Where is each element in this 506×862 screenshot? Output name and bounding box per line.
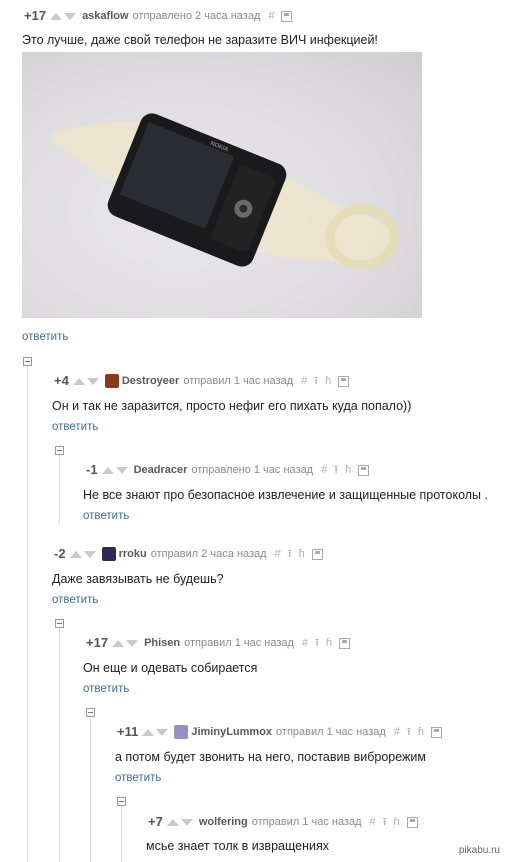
save-icon[interactable] bbox=[406, 816, 418, 828]
upvote-icon[interactable] bbox=[72, 377, 85, 385]
save-icon[interactable] bbox=[281, 10, 293, 22]
upvote-icon[interactable] bbox=[142, 728, 155, 736]
upvote-thread-icon[interactable]: ⭱ bbox=[334, 463, 338, 477]
upvote-thread-icon[interactable]: ⭱ bbox=[314, 374, 318, 388]
comment-time: отправлено 1 час назад bbox=[191, 464, 314, 476]
post-time: отправлено 2 часа назад bbox=[132, 10, 261, 22]
avatar[interactable] bbox=[174, 725, 189, 739]
comment-author[interactable]: wolfering bbox=[199, 815, 248, 829]
phone-in-condom-image: NOKIA bbox=[52, 113, 399, 270]
upvote-thread-icon[interactable]: ⭱ bbox=[288, 547, 292, 561]
comment-text: Он и так не заразится, просто нефиг его … bbox=[52, 399, 412, 413]
comment-author[interactable]: Phisen bbox=[144, 636, 180, 650]
post-author[interactable]: askaflow bbox=[82, 9, 128, 23]
thread-line bbox=[90, 717, 91, 862]
thread-line bbox=[27, 366, 28, 862]
parent-link-icon[interactable]: ɦ bbox=[345, 463, 351, 477]
comment-header: -2 rroku отправил 2 часа назад # ⭱ ɦ bbox=[54, 547, 330, 561]
collapse-toggle[interactable] bbox=[55, 619, 64, 628]
post-text: Это лучше, даже свой телефон не заразите… bbox=[22, 33, 378, 47]
save-icon[interactable] bbox=[358, 464, 370, 476]
post-rating: +17 bbox=[24, 8, 47, 23]
comment-text: Не все знают про безопасное извлечение и… bbox=[83, 488, 488, 502]
save-icon[interactable] bbox=[311, 548, 323, 560]
downvote-icon[interactable] bbox=[83, 550, 96, 558]
post-reply-link[interactable]: ответить bbox=[22, 331, 68, 343]
upvote-icon[interactable] bbox=[101, 466, 114, 474]
downvote-icon[interactable] bbox=[86, 377, 99, 385]
comment-time: отправил 1 час назад bbox=[251, 816, 362, 828]
comment-header: +11 JiminyLummox отправил 1 час назад # … bbox=[117, 725, 449, 739]
parent-link-icon[interactable]: ɦ bbox=[326, 636, 332, 650]
thread-line bbox=[59, 628, 60, 862]
comment-rating: -2 bbox=[54, 546, 66, 561]
hash-link-icon[interactable]: # bbox=[370, 815, 376, 829]
downvote-icon[interactable] bbox=[126, 639, 139, 647]
site-watermark: pikabu.ru bbox=[458, 845, 500, 856]
comment-header: -1 Deadracer отправлено 1 час назад # ⭱ … bbox=[86, 463, 376, 477]
comment-time: отправил 2 часа назад bbox=[150, 548, 267, 560]
save-icon[interactable] bbox=[338, 375, 350, 387]
upvote-thread-icon[interactable]: ⭱ bbox=[383, 815, 387, 829]
comment-text: Даже завязывать не будешь? bbox=[52, 572, 224, 586]
comment-text: Он еще и одевать собирается bbox=[83, 661, 258, 675]
comment-text: мсье знает толк в извращениях bbox=[146, 839, 329, 853]
hash-link-icon[interactable]: # bbox=[394, 725, 400, 739]
comment-reply-link[interactable]: ответить bbox=[52, 421, 98, 433]
comment-author[interactable]: rroku bbox=[119, 547, 147, 561]
save-icon[interactable] bbox=[430, 726, 442, 738]
parent-link-icon[interactable]: ɦ bbox=[299, 547, 305, 561]
upvote-thread-icon[interactable]: ⭱ bbox=[315, 636, 319, 650]
collapse-toggle[interactable] bbox=[86, 708, 95, 717]
comment-header: +4 Destroyeer отправил 1 час назад # ⭱ ɦ bbox=[54, 374, 356, 388]
comment-reply-link[interactable]: ответить bbox=[115, 772, 161, 784]
upvote-thread-icon[interactable]: ⭱ bbox=[407, 725, 411, 739]
post-image: NOKIA bbox=[22, 52, 422, 318]
comment-rating: +4 bbox=[54, 373, 69, 388]
hash-link-icon[interactable]: # bbox=[301, 374, 307, 388]
upvote-icon[interactable] bbox=[69, 550, 82, 558]
downvote-icon[interactable] bbox=[64, 12, 77, 20]
downvote-icon[interactable] bbox=[156, 728, 169, 736]
comment-header: +17 Phisen отправил 1 час назад # ⭱ ɦ bbox=[86, 636, 357, 650]
upvote-icon[interactable] bbox=[50, 12, 63, 20]
hash-link-icon[interactable]: # bbox=[302, 636, 308, 650]
comment-rating: +17 bbox=[86, 635, 109, 650]
comment-header: +7 wolfering отправил 1 час назад # ⭱ ɦ bbox=[148, 815, 425, 829]
parent-link-icon[interactable]: ɦ bbox=[418, 725, 424, 739]
avatar[interactable] bbox=[104, 374, 119, 388]
parent-link-icon[interactable]: ɦ bbox=[325, 374, 331, 388]
avatar[interactable] bbox=[101, 547, 116, 561]
downvote-icon[interactable] bbox=[115, 466, 128, 474]
thread-line bbox=[121, 806, 122, 862]
comment-text: а потом будет звонить на него, поставив … bbox=[115, 750, 426, 764]
comment-author[interactable]: Destroyeer bbox=[122, 374, 179, 388]
comment-reply-link[interactable]: ответить bbox=[52, 594, 98, 606]
downvote-icon[interactable] bbox=[180, 818, 193, 826]
upvote-icon[interactable] bbox=[112, 639, 125, 647]
thread-line bbox=[59, 455, 60, 525]
collapse-toggle[interactable] bbox=[117, 797, 126, 806]
comment-time: отправил 1 час назад bbox=[276, 726, 386, 738]
comment-rating: +11 bbox=[117, 724, 139, 739]
comment-reply-link[interactable]: ответить bbox=[83, 683, 129, 695]
comment-rating: +7 bbox=[148, 814, 163, 829]
comment-reply-link[interactable]: ответить bbox=[83, 510, 129, 522]
collapse-toggle[interactable] bbox=[55, 446, 64, 455]
hash-link-icon[interactable]: # bbox=[321, 463, 327, 477]
post-header: +17 askaflow отправлено 2 часа назад # bbox=[24, 9, 299, 23]
comment-time: отправил 1 час назад bbox=[184, 637, 294, 649]
hash-link-icon[interactable]: # bbox=[275, 547, 281, 561]
comment-author[interactable]: Deadracer bbox=[134, 463, 188, 477]
comment-rating: -1 bbox=[86, 462, 98, 477]
save-icon[interactable] bbox=[339, 637, 351, 649]
collapse-toggle[interactable] bbox=[23, 357, 32, 366]
comment-author[interactable]: JiminyLummox bbox=[191, 725, 272, 739]
parent-link-icon[interactable]: ɦ bbox=[394, 815, 400, 829]
hash-link-icon[interactable]: # bbox=[268, 9, 274, 23]
comment-time: отправил 1 час назад bbox=[183, 375, 294, 387]
upvote-icon[interactable] bbox=[166, 818, 179, 826]
